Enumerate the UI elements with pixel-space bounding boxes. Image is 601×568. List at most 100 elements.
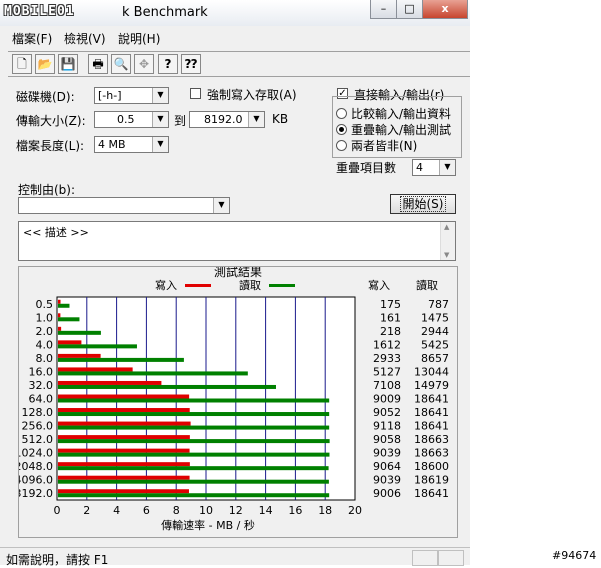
- status-bar: 如需說明，請按 F1: [0, 547, 470, 567]
- write-value: 9039: [373, 474, 401, 487]
- write-bar: [58, 475, 190, 480]
- scroll-up-icon[interactable]: ▲: [444, 223, 449, 231]
- results-panel: 測試結果 寫入 讀取 寫入 讀取 傳輸速率 - MB / 秒 0 2 4 6 8 10 12…: [15, 264, 458, 538]
- category-label: 2.0: [36, 325, 54, 338]
- radio-neither-label: 兩者皆非(N): [351, 139, 418, 153]
- read-value: 18641: [414, 393, 449, 406]
- x-axis-label: 傳輸速率 - MB / 秒: [161, 518, 255, 532]
- move-icon[interactable]: ✥: [134, 54, 154, 74]
- description-scrollbar[interactable]: ▲ ▼: [440, 222, 455, 260]
- menu-view[interactable]: 檢視(V): [64, 30, 106, 47]
- read-bar: [58, 371, 248, 376]
- context-help-icon[interactable]: ⁇: [181, 54, 201, 74]
- x-tick-label: 0: [54, 504, 61, 517]
- help-icon[interactable]: ?: [158, 54, 178, 74]
- write-value: 9009: [373, 393, 401, 406]
- queue-depth-select[interactable]: 4 ▼: [412, 159, 456, 176]
- read-bar: [58, 412, 330, 417]
- radio-compare-label: 比較輸入/輸出資料: [351, 107, 452, 121]
- description-text: << 描述 >>: [23, 226, 89, 239]
- write-bar: [58, 462, 190, 467]
- transfer-from-value: 0.5: [117, 113, 135, 126]
- read-bar: [58, 425, 330, 430]
- read-value: 1475: [421, 311, 449, 324]
- write-bar: [58, 313, 61, 318]
- chevron-down-icon: ▼: [213, 198, 229, 213]
- read-bar: [58, 330, 101, 335]
- status-text: 如需說明，請按 F1: [6, 553, 109, 567]
- start-button[interactable]: 開始(S): [390, 194, 456, 214]
- results-title: 測試結果: [214, 267, 262, 279]
- write-value: 1612: [373, 338, 401, 351]
- write-bar: [58, 326, 62, 331]
- write-bar: [58, 448, 190, 453]
- write-value: 7108: [373, 379, 401, 392]
- results-chart: 測試結果 寫入 讀取 寫入 讀取 傳輸速率 - MB / 秒 0 2 4 6 8 10 12…: [15, 264, 450, 532]
- read-value: 8657: [421, 352, 449, 365]
- save-icon[interactable]: 💾: [58, 54, 78, 74]
- x-tick-label: 4: [113, 504, 120, 517]
- category-label: 64.0: [29, 393, 54, 406]
- chevron-down-icon: ▼: [439, 160, 455, 175]
- x-tick-label: 2: [83, 504, 90, 517]
- radio-neither[interactable]: [336, 140, 347, 151]
- write-bar: [58, 489, 189, 494]
- read-value: 18619: [414, 474, 449, 487]
- write-value: 175: [380, 298, 401, 311]
- write-value: 9058: [373, 433, 401, 446]
- close-button[interactable]: x: [422, 0, 468, 19]
- minimize-button[interactable]: –: [370, 0, 397, 19]
- read-bar: [58, 344, 137, 349]
- category-label: 1024.0: [19, 447, 53, 460]
- transfer-from-select[interactable]: 0.5 ▼: [94, 111, 169, 128]
- category-label: 0.5: [36, 298, 54, 311]
- scroll-down-icon[interactable]: ▼: [444, 251, 449, 259]
- transfer-size-label: 傳輸大小(Z):: [16, 114, 86, 128]
- chevron-down-icon: ▼: [248, 112, 264, 127]
- force-write-label: 強制寫入存取(A): [207, 88, 297, 102]
- chevron-down-icon: ▼: [152, 137, 168, 152]
- read-bar: [58, 317, 80, 322]
- write-value: 9006: [373, 487, 401, 500]
- category-label: 2048.0: [19, 460, 53, 473]
- x-tick-label: 8: [173, 504, 180, 517]
- menu-file[interactable]: 檔案(F): [12, 30, 52, 47]
- transfer-to-select[interactable]: 8192.0 ▼: [189, 111, 265, 128]
- maximize-button[interactable]: □: [396, 0, 423, 19]
- x-tick-label: 20: [348, 504, 362, 517]
- close-icon: x: [441, 2, 449, 15]
- print-preview-icon[interactable]: 🔍: [111, 54, 131, 74]
- drive-select[interactable]: [-h-] ▼: [94, 87, 169, 104]
- x-tick-label: 16: [288, 504, 302, 517]
- legend-read-label: 讀取: [239, 278, 261, 292]
- radio-compare-data[interactable]: [336, 108, 347, 119]
- file-length-select[interactable]: 4 MB ▼: [94, 136, 169, 153]
- transfer-to-value: 8192.0: [204, 113, 243, 126]
- control-label: 控制由(b):: [18, 183, 76, 197]
- status-pane-caps: [412, 550, 438, 566]
- category-label: 32.0: [29, 379, 54, 392]
- write-value: 9052: [373, 406, 401, 419]
- column-read-header: 讀取: [416, 278, 438, 292]
- status-pane-num: [438, 550, 464, 566]
- chevron-down-icon: ▼: [152, 88, 168, 103]
- read-bar: [58, 439, 330, 444]
- print-icon[interactable]: 🖶: [88, 54, 108, 74]
- radio-overlapped-io[interactable]: [336, 124, 347, 135]
- write-bar: [58, 367, 133, 372]
- force-write-checkbox[interactable]: [190, 88, 201, 99]
- read-bar: [58, 466, 329, 471]
- x-tick-label: 10: [199, 504, 213, 517]
- minimize-icon: –: [380, 2, 387, 15]
- write-bar: [58, 435, 190, 440]
- control-select[interactable]: ▼: [18, 197, 230, 214]
- category-label: 8.0: [36, 352, 54, 365]
- legend-write-swatch: [185, 284, 211, 287]
- category-label: 256.0: [22, 420, 54, 433]
- menu-help[interactable]: 說明(H): [118, 30, 160, 47]
- maximize-icon: □: [404, 2, 415, 15]
- description-box[interactable]: << 描述 >> ▲ ▼: [18, 221, 456, 261]
- open-folder-icon[interactable]: 📂: [35, 54, 55, 74]
- x-tick-label: 6: [143, 504, 150, 517]
- new-file-icon[interactable]: 🗋: [12, 54, 32, 74]
